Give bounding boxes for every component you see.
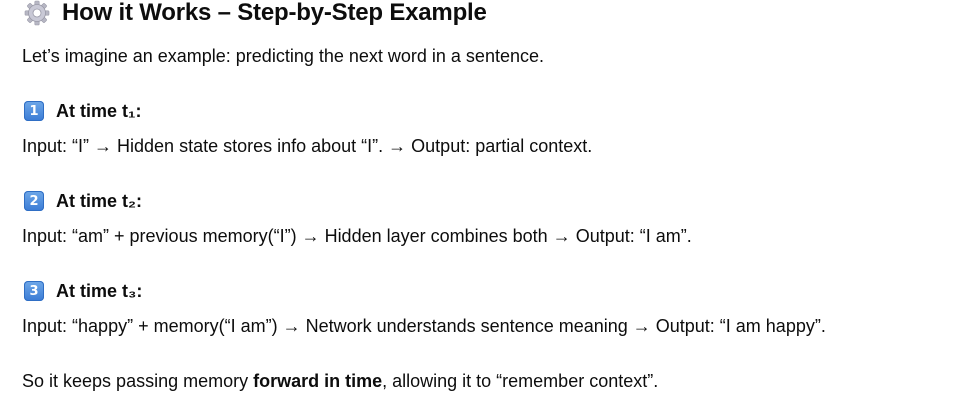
page-title: How it Works – Step-by-Step Example [62,0,487,26]
keycap-2-icon: 2 [24,191,44,211]
keycap-1-icon: 1 [24,101,44,121]
summary-before: So it keeps passing memory [22,371,254,391]
gear-icon [24,0,50,26]
section-heading: How it Works – Step-by-Step Example [24,0,487,28]
intro-text: Let’s imagine an example: predicting the… [22,46,544,66]
step-1-text: Input: “I” → Hidden state stores info ab… [22,136,593,156]
step-2-title: 2 At time t₂: [24,189,142,213]
summary-after: , allowing it to “remember context”. [382,371,659,391]
step-2-text: Input: “am” + previous memory(“I”) → Hid… [22,226,692,246]
keycap-3-icon: 3 [24,281,44,301]
step-3-text: Input: “happy” + memory(“I am”) → Networ… [22,316,826,336]
summary-text: So it keeps passing memory forward in ti… [22,369,658,393]
summary-bold: forward in time [253,371,383,391]
step-2-label: At time t₂: [56,190,142,211]
step-3-label: At time t₃: [56,280,143,301]
step-1-label: At time t₁: [56,100,142,121]
step-3-title: 3 At time t₃: [24,279,142,303]
step-1-title: 1 At time t₁: [24,99,141,123]
